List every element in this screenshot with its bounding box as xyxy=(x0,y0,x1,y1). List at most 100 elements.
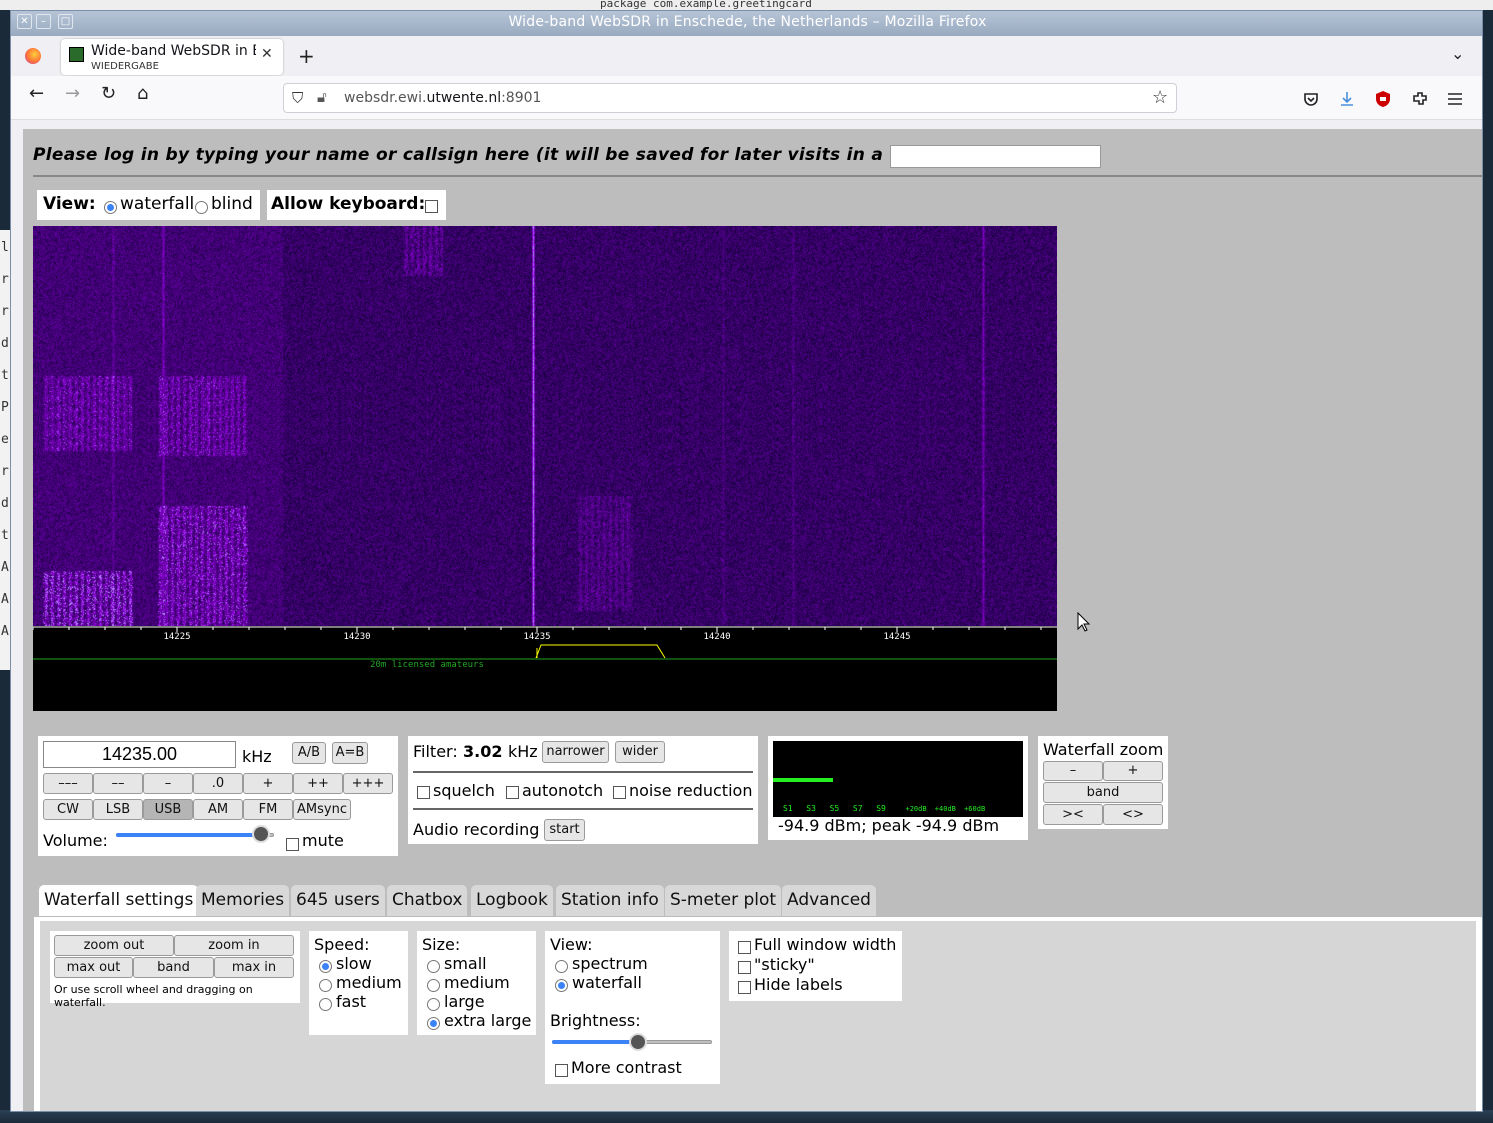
back-button[interactable]: ← xyxy=(29,83,44,104)
firefox-icon[interactable] xyxy=(25,48,41,64)
window-titlebar[interactable]: ✕ – □ Wide-band WebSDR in Enschede, the … xyxy=(11,11,1482,36)
step-down-medium-button[interactable]: –– xyxy=(93,773,143,794)
view-waterfall-radio[interactable] xyxy=(104,198,117,217)
sticky-checkbox[interactable] xyxy=(738,958,751,977)
zoom-narrow-button[interactable]: >< xyxy=(1043,804,1103,825)
bookmark-star-icon[interactable]: ☆ xyxy=(1152,87,1168,108)
tab-close-icon[interactable]: ✕ xyxy=(261,46,273,62)
insecure-lock-icon[interactable]: 🔓︎ xyxy=(317,88,327,106)
download-icon[interactable] xyxy=(1339,91,1355,107)
step-down-large-button[interactable]: ––– xyxy=(43,773,93,794)
tab-memories[interactable]: Memories xyxy=(196,885,290,917)
size-medium-radio[interactable] xyxy=(427,976,440,995)
speed-slow-radio[interactable] xyxy=(319,957,332,976)
browser-tab-active[interactable]: Wide-band WebSDR in Ens WIEDERGABE ✕ xyxy=(61,39,283,75)
size-small-label[interactable]: small xyxy=(444,954,487,973)
s-meter-bar xyxy=(773,778,833,782)
zoom-plus-button[interactable]: + xyxy=(1103,761,1163,781)
size-extra-large-label[interactable]: extra large xyxy=(444,1011,531,1030)
view-waterfall-mode-label[interactable]: waterfall xyxy=(572,973,642,992)
tab-chatbox[interactable]: Chatbox xyxy=(387,885,468,917)
filter-narrower-button[interactable]: narrower xyxy=(542,741,609,763)
size-large-label[interactable]: large xyxy=(444,992,485,1011)
zoom-in-button[interactable]: zoom in xyxy=(174,935,294,956)
squelch-checkbox[interactable] xyxy=(417,783,430,802)
passband-indicator xyxy=(535,644,666,659)
recording-divider xyxy=(413,808,753,810)
allow-keyboard-checkbox[interactable] xyxy=(425,197,438,216)
background-code-line: package com.example.greetingcard xyxy=(600,0,812,10)
zoom-wide-button[interactable]: <> xyxy=(1103,804,1163,825)
mode-usb-button[interactable]: USB xyxy=(143,799,193,820)
mute-checkbox[interactable] xyxy=(286,835,299,854)
round-frequency-button[interactable]: .0 xyxy=(193,773,243,794)
tab-s-meter-plot[interactable]: S-meter plot xyxy=(665,885,782,917)
forward-button[interactable]: → xyxy=(65,83,80,104)
noise-reduction-checkbox[interactable] xyxy=(613,783,626,802)
menu-icon[interactable] xyxy=(1447,92,1463,106)
list-all-tabs-icon[interactable]: ⌄ xyxy=(1451,44,1464,63)
mode-lsb-button[interactable]: LSB xyxy=(93,799,143,820)
size-extra-large-radio[interactable] xyxy=(427,1014,440,1033)
volume-slider-knob[interactable] xyxy=(252,825,271,843)
hide-labels-checkbox[interactable] xyxy=(738,978,751,997)
zoom-band-button[interactable]: band xyxy=(1043,782,1163,803)
vfo-copy-button[interactable]: A=B xyxy=(332,742,368,764)
mode-cw-button[interactable]: CW xyxy=(43,799,93,820)
max-out-button[interactable]: max out xyxy=(54,957,133,978)
step-up-large-button[interactable]: +++ xyxy=(343,773,393,794)
size-medium-label[interactable]: medium xyxy=(444,973,510,992)
band-button[interactable]: band xyxy=(133,957,214,978)
zoom-minus-button[interactable]: – xyxy=(1043,761,1103,781)
reload-button[interactable]: ↻ xyxy=(101,83,116,104)
callsign-input[interactable] xyxy=(890,145,1101,168)
zoom-out-button[interactable]: zoom out xyxy=(54,935,174,956)
view-blind-label[interactable]: blind xyxy=(211,194,253,214)
ublock-icon[interactable] xyxy=(1375,90,1391,108)
pocket-icon[interactable] xyxy=(1303,91,1319,107)
filter-wider-button[interactable]: wider xyxy=(615,741,665,763)
view-spectrum-label[interactable]: spectrum xyxy=(572,954,648,973)
mode-amsync-button[interactable]: AMsync xyxy=(293,799,351,820)
home-button[interactable]: ⌂ xyxy=(137,83,148,104)
full-window-width-checkbox[interactable] xyxy=(738,938,751,957)
view-waterfall-mode-radio[interactable] xyxy=(555,976,568,995)
step-up-small-button[interactable]: + xyxy=(243,773,293,794)
speed-fast-label[interactable]: fast xyxy=(336,992,366,1011)
tracking-protection-shield-icon[interactable]: ⛉ xyxy=(292,89,303,107)
vfo-swap-button[interactable]: A/B xyxy=(292,742,326,764)
speed-medium-radio[interactable] xyxy=(319,976,332,995)
recording-start-button[interactable]: start xyxy=(544,819,585,841)
max-in-button[interactable]: max in xyxy=(214,957,294,978)
step-down-small-button[interactable]: – xyxy=(143,773,193,794)
url-port: :8901 xyxy=(501,90,542,106)
tab-advanced[interactable]: Advanced xyxy=(782,885,876,917)
view-blind-radio[interactable] xyxy=(195,198,208,217)
url-text[interactable]: websdr.ewi.utwente.nl:8901 xyxy=(344,90,541,106)
autonotch-checkbox[interactable] xyxy=(506,783,519,802)
more-contrast-checkbox[interactable] xyxy=(555,1061,568,1080)
step-up-medium-button[interactable]: ++ xyxy=(293,773,343,794)
tab-station-info[interactable]: Station info xyxy=(556,885,664,917)
frequency-scale[interactable]: 14225 14230 14235 14240 14245 20m licens… xyxy=(32,626,1057,711)
frequency-input[interactable] xyxy=(43,741,236,768)
speed-slow-label[interactable]: slow xyxy=(336,954,372,973)
size-small-radio[interactable] xyxy=(427,957,440,976)
view-spectrum-radio[interactable] xyxy=(555,957,568,976)
waterfall-display[interactable] xyxy=(33,226,1057,626)
audio-recording-label: Audio recording xyxy=(413,820,540,839)
speed-medium-label[interactable]: medium xyxy=(336,973,402,992)
url-bar[interactable]: ⛉ 🔓︎ websdr.ewi.utwente.nl:8901 ☆ xyxy=(283,83,1177,113)
view-waterfall-label[interactable]: waterfall xyxy=(120,194,194,214)
tab-logbook[interactable]: Logbook xyxy=(471,885,553,917)
speed-fast-radio[interactable] xyxy=(319,995,332,1014)
tab-waterfall-settings[interactable]: Waterfall settings xyxy=(39,885,199,917)
extensions-icon[interactable] xyxy=(1411,90,1429,108)
s-meter-scale-label: S3 xyxy=(806,804,816,813)
tab-users[interactable]: 645 users xyxy=(291,885,385,917)
brightness-slider-knob[interactable] xyxy=(629,1033,648,1051)
size-large-radio[interactable] xyxy=(427,995,440,1014)
new-tab-button[interactable]: + xyxy=(298,44,315,68)
mode-fm-button[interactable]: FM xyxy=(243,799,293,820)
mode-am-button[interactable]: AM xyxy=(193,799,243,820)
